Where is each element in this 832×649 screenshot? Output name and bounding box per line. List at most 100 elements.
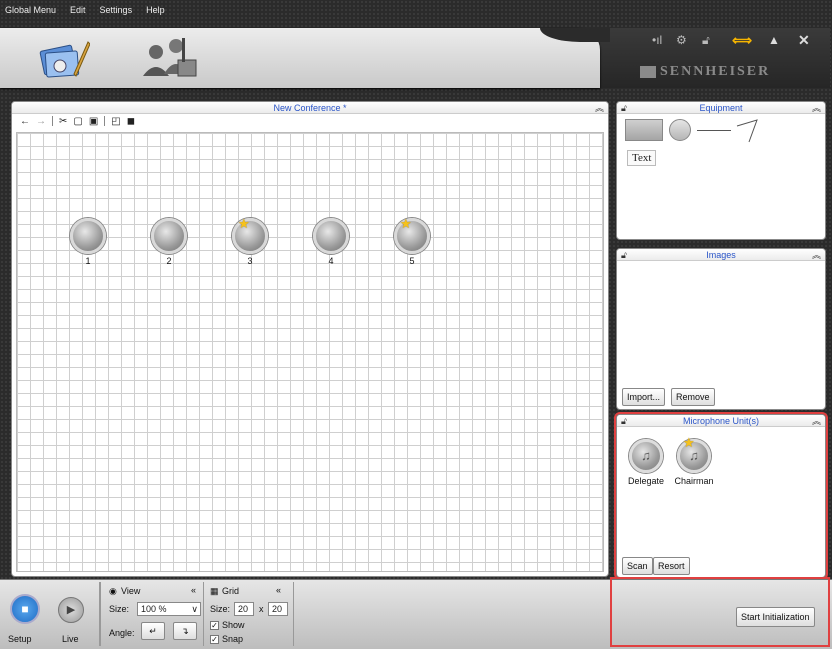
toolbar-separator <box>52 116 53 126</box>
canvas-toolbar: ← → ✂ ▢ ▣ ◰ ◼ <box>12 114 608 128</box>
view-collapse-icon[interactable]: « <box>191 585 196 595</box>
users-mode-icon[interactable] <box>140 34 200 80</box>
chairman-label: Chairman <box>674 476 714 486</box>
text-tool[interactable]: Text <box>627 150 657 166</box>
scan-button[interactable]: Scan <box>622 557 653 575</box>
close-icon[interactable]: ✕ <box>798 33 810 47</box>
signal-icon[interactable]: •ıl <box>652 33 662 47</box>
layout-grid[interactable]: 1 2 ★ 3 4 ★ 5 <box>16 132 604 572</box>
collapse-icon[interactable]: ︽ <box>812 249 821 261</box>
grid-height-input[interactable]: 20 <box>268 602 288 616</box>
chairman-star-icon: ★ <box>683 435 695 450</box>
mic-unit-4[interactable]: 4 <box>311 218 351 270</box>
swap-arrows-icon[interactable]: ⟺ <box>732 33 752 47</box>
collapse-icon[interactable]: ︽ <box>812 102 821 114</box>
setup-mode-icon[interactable] <box>36 36 91 80</box>
rotate-right-button[interactable]: ↴ <box>173 622 197 640</box>
chevron-down-icon: ∨ <box>191 604 198 614</box>
zoom-value: 100 % <box>141 604 167 614</box>
menu-settings[interactable]: Settings <box>100 5 133 15</box>
redo-arrow-icon[interactable]: → <box>36 116 46 127</box>
brand-name: SENNHEISER <box>660 64 771 79</box>
conference-canvas-panel: New Conference * ︽ ← → ✂ ▢ ▣ ◰ ◼ 1 2 ★ 3… <box>11 101 609 577</box>
lock-icon[interactable]: 🔓︎ <box>621 102 627 114</box>
chairman-star-icon: ★ <box>400 216 412 231</box>
delegate-label: Delegate <box>627 476 665 486</box>
lock-icon[interactable]: 🔓︎ <box>702 33 710 47</box>
start-initialization-button[interactable]: Start Initialization <box>736 607 815 627</box>
line-tool[interactable] <box>697 130 731 131</box>
check-icon: ✓ <box>210 621 219 631</box>
setup-mode-button[interactable]: ■ <box>10 594 40 624</box>
mic-unit-label: 3 <box>247 256 253 266</box>
collapse-icon[interactable]: ︽ <box>595 102 604 114</box>
show-grid-label: Show <box>222 620 245 630</box>
circle-tool[interactable] <box>669 119 691 141</box>
lock-icon[interactable]: 🔓︎ <box>621 415 627 427</box>
grid-size-label: Size: <box>210 604 231 614</box>
undo-arrow-icon[interactable]: ← <box>20 116 30 127</box>
mic-unit-label: 5 <box>409 256 415 266</box>
polyline-tool[interactable] <box>735 118 761 144</box>
grid-section: ▦ Grid « Size: 20 x 20 ✓ Show ✓ Snap <box>204 582 294 646</box>
images-panel: 🔓︎ Images ︽ Import... Remove <box>616 248 826 410</box>
menu-help[interactable]: Help <box>146 5 165 15</box>
resort-button[interactable]: Resort <box>653 557 690 575</box>
show-grid-checkbox[interactable]: ✓ Show <box>210 620 245 631</box>
delegate-unit[interactable]: ♫ Delegate <box>623 439 669 486</box>
delegate-mic-icon: ♫ <box>629 439 663 473</box>
menu-global[interactable]: Global Menu <box>5 5 56 15</box>
sennheiser-logo-icon <box>640 66 656 78</box>
grid-collapse-icon[interactable]: « <box>276 585 281 595</box>
live-label: Live <box>62 634 79 644</box>
mic-unit-3[interactable]: ★ 3 <box>230 216 270 270</box>
micunits-title-bar: 🔓︎ Microphone Unit(s) ︽ <box>617 415 825 427</box>
images-title: Images <box>706 250 736 260</box>
microphone-units-panel: 🔓︎ Microphone Unit(s) ︽ ♫ Delegate ♫ ★ C… <box>614 412 828 580</box>
chairman-unit[interactable]: ♫ ★ Chairman <box>671 435 717 486</box>
mode-section: ■ ▶ Setup Live <box>0 582 100 646</box>
copy-icon[interactable]: ▢ <box>73 116 82 127</box>
mic-unit-5[interactable]: ★ 5 <box>392 216 432 270</box>
grid-width-input[interactable]: 20 <box>234 602 254 616</box>
toolbar-separator <box>104 116 106 126</box>
live-mode-button[interactable]: ▶ <box>58 597 84 623</box>
mic-unit-label: 1 <box>85 256 91 266</box>
equipment-title: Equipment <box>699 103 743 113</box>
lock-icon[interactable]: 🔓︎ <box>621 249 627 261</box>
rectangle-tool[interactable] <box>625 119 663 141</box>
menu-edit[interactable]: Edit <box>70 5 86 15</box>
zoom-select[interactable]: 100 % ∨ <box>137 602 201 616</box>
setup-label: Setup <box>8 634 32 644</box>
cut-icon[interactable]: ✂ <box>59 116 67 127</box>
canvas-title: New Conference * <box>273 103 347 113</box>
view-section: ◉ View « Size: 100 % ∨ Angle: ↵ ↴ <box>100 582 204 646</box>
mic-unit-label: 2 <box>166 256 172 266</box>
paste-icon[interactable]: ▣ <box>89 116 98 127</box>
equipment-panel: 🔓︎ Equipment ︽ Text <box>616 101 826 240</box>
mic-unit-1[interactable]: 1 <box>68 218 108 270</box>
rotate-left-button[interactable]: ↵ <box>141 622 165 640</box>
check-icon: ✓ <box>210 635 219 645</box>
remove-button[interactable]: Remove <box>671 388 715 406</box>
collapse-icon[interactable]: ︽ <box>812 415 821 427</box>
eye-icon: ◉ <box>109 586 117 596</box>
snap-grid-label: Snap <box>222 634 244 644</box>
mic-unit-icon <box>70 218 106 254</box>
chairman-star-icon: ★ <box>238 216 250 231</box>
send-back-icon[interactable]: ◼ <box>127 116 135 127</box>
images-title-bar: 🔓︎ Images ︽ <box>617 249 825 261</box>
settings-icon[interactable]: ⚙ <box>676 33 687 47</box>
equipment-title-bar: 🔓︎ Equipment ︽ <box>617 102 825 114</box>
mic-unit-2[interactable]: 2 <box>149 218 189 270</box>
snap-grid-checkbox[interactable]: ✓ Snap <box>210 634 244 645</box>
initialization-area: Start Initialization <box>610 577 830 647</box>
canvas-title-bar: New Conference * ︽ <box>12 102 608 114</box>
warning-icon[interactable]: ▲ <box>768 33 780 47</box>
header-tabs <box>0 28 600 88</box>
bring-front-icon[interactable]: ◰ <box>111 116 120 127</box>
import-button[interactable]: Import... <box>622 388 666 406</box>
grid-size-separator: x <box>259 604 264 614</box>
micunits-title: Microphone Unit(s) <box>682 416 760 426</box>
size-label: Size: <box>109 604 130 614</box>
